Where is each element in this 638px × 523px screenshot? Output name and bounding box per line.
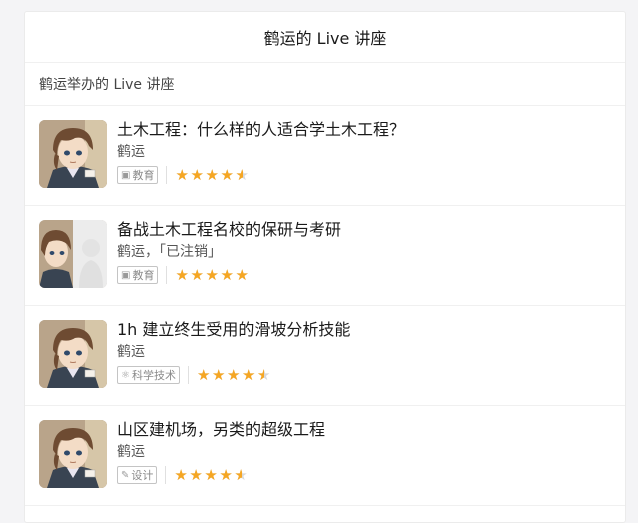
star-icon: ★ ★: [190, 266, 204, 284]
category-tag-label: 教育: [132, 169, 155, 182]
star-icon: ★ ★: [235, 266, 249, 284]
live-list: 土木工程：什么样的人适合学土木工程？ 鹤运 ▣ 教育 ★ ★ ★ ★ ★ ★ ★ ★ ★ ★: [25, 106, 625, 506]
live-cover-image[interactable]: [39, 120, 107, 188]
rating-stars: ★ ★ ★ ★ ★ ★ ★ ★ ★ ★: [174, 466, 249, 484]
live-title[interactable]: 土木工程：什么样的人适合学土木工程？: [117, 120, 615, 140]
live-list-card: 鹤运的 Live 讲座 鹤运举办的 Live 讲座 土木工程：什么样的人适合学土…: [24, 11, 626, 523]
star-icon: ★ ★: [235, 166, 249, 184]
education-icon: ▣: [121, 269, 131, 281]
star-icon: ★ ★: [211, 366, 226, 384]
design-icon: ✎: [121, 469, 130, 481]
live-speaker[interactable]: 鹤运: [117, 143, 615, 161]
live-cover-image[interactable]: [39, 420, 107, 488]
star-icon: ★ ★: [189, 466, 203, 484]
category-tag[interactable]: ✎ 设计: [117, 466, 158, 484]
divider: [166, 266, 168, 284]
live-meta: ✎ 设计 ★ ★ ★ ★ ★ ★ ★ ★ ★ ★: [117, 465, 615, 485]
category-tag-label: 设计: [131, 469, 154, 482]
live-title[interactable]: 备战土木工程名校的保研与考研: [117, 220, 615, 240]
rating-stars: ★ ★ ★ ★ ★ ★ ★ ★ ★ ★: [175, 166, 250, 184]
live-speaker[interactable]: 鹤运: [117, 443, 615, 461]
star-icon: ★ ★: [220, 266, 234, 284]
star-icon: ★ ★: [256, 366, 271, 384]
live-item[interactable]: 备战土木工程名校的保研与考研 鹤运，「已注销」 ▣ 教育 ★ ★ ★ ★ ★ ★ ★ ★ ★ ★: [25, 206, 625, 306]
live-meta: ▣ 教育 ★ ★ ★ ★ ★ ★ ★ ★ ★ ★: [117, 165, 615, 185]
star-icon: ★ ★: [205, 266, 219, 284]
section-subheader: 鹤运举办的 Live 讲座: [25, 63, 625, 106]
live-meta: ⚛ 科学技术 ★ ★ ★ ★ ★ ★ ★ ★ ★ ★: [117, 365, 615, 385]
divider: [166, 166, 168, 184]
category-tag[interactable]: ⚛ 科学技术: [117, 366, 180, 384]
live-cover-image[interactable]: [39, 220, 107, 288]
live-item[interactable]: 土木工程：什么样的人适合学土木工程？ 鹤运 ▣ 教育 ★ ★ ★ ★ ★ ★ ★ ★ ★ ★: [25, 106, 625, 206]
section-label: 鹤运举办的 Live 讲座: [39, 77, 175, 93]
live-item-body: 备战土木工程名校的保研与考研 鹤运，「已注销」 ▣ 教育 ★ ★ ★ ★ ★ ★ ★ ★ ★ ★: [117, 220, 615, 285]
star-icon: ★ ★: [234, 466, 248, 484]
card-header: 鹤运的 Live 讲座: [25, 12, 625, 63]
star-icon: ★ ★: [220, 166, 234, 184]
star-icon: ★ ★: [174, 466, 188, 484]
live-item-body: 土木工程：什么样的人适合学土木工程？ 鹤运 ▣ 教育 ★ ★ ★ ★ ★ ★ ★ ★ ★ ★: [117, 120, 615, 185]
rating-stars: ★ ★ ★ ★ ★ ★ ★ ★ ★ ★: [196, 366, 272, 384]
category-tag[interactable]: ▣ 教育: [117, 166, 159, 184]
live-item[interactable]: 山区建机场，另类的超级工程 鹤运 ✎ 设计 ★ ★ ★ ★ ★ ★ ★ ★ ★ ★: [25, 406, 625, 506]
live-speaker[interactable]: 鹤运: [117, 343, 615, 361]
live-item-body: 1h 建立终生受用的滑坡分析技能 鹤运 ⚛ 科学技术 ★ ★ ★ ★ ★ ★ ★ ★ ★ ★: [117, 320, 615, 385]
live-title[interactable]: 山区建机场，另类的超级工程: [117, 420, 615, 440]
star-icon: ★ ★: [175, 266, 189, 284]
science-icon: ⚛: [121, 369, 130, 381]
star-icon: ★ ★: [196, 366, 211, 384]
star-icon: ★ ★: [241, 366, 256, 384]
category-tag-label: 教育: [132, 269, 155, 282]
live-cover-image[interactable]: [39, 320, 107, 388]
page-title: 鹤运的 Live 讲座: [263, 29, 387, 48]
divider: [165, 466, 167, 484]
live-item[interactable]: 1h 建立终生受用的滑坡分析技能 鹤运 ⚛ 科学技术 ★ ★ ★ ★ ★ ★ ★ ★ ★ ★: [25, 306, 625, 406]
rating-stars: ★ ★ ★ ★ ★ ★ ★ ★ ★ ★: [175, 266, 250, 284]
star-icon: ★ ★: [226, 366, 241, 384]
star-icon: ★ ★: [175, 166, 189, 184]
star-icon: ★ ★: [205, 166, 219, 184]
category-tag[interactable]: ▣ 教育: [117, 266, 159, 284]
divider: [187, 366, 189, 384]
live-speaker[interactable]: 鹤运，「已注销」: [117, 243, 615, 261]
education-icon: ▣: [121, 169, 131, 181]
star-icon: ★ ★: [190, 166, 204, 184]
live-item-body: 山区建机场，另类的超级工程 鹤运 ✎ 设计 ★ ★ ★ ★ ★ ★ ★ ★ ★ ★: [117, 420, 615, 485]
live-title[interactable]: 1h 建立终生受用的滑坡分析技能: [117, 320, 615, 340]
star-icon: ★ ★: [219, 466, 233, 484]
star-icon: ★ ★: [204, 466, 218, 484]
live-meta: ▣ 教育 ★ ★ ★ ★ ★ ★ ★ ★ ★ ★: [117, 265, 615, 285]
category-tag-label: 科学技术: [131, 369, 176, 382]
